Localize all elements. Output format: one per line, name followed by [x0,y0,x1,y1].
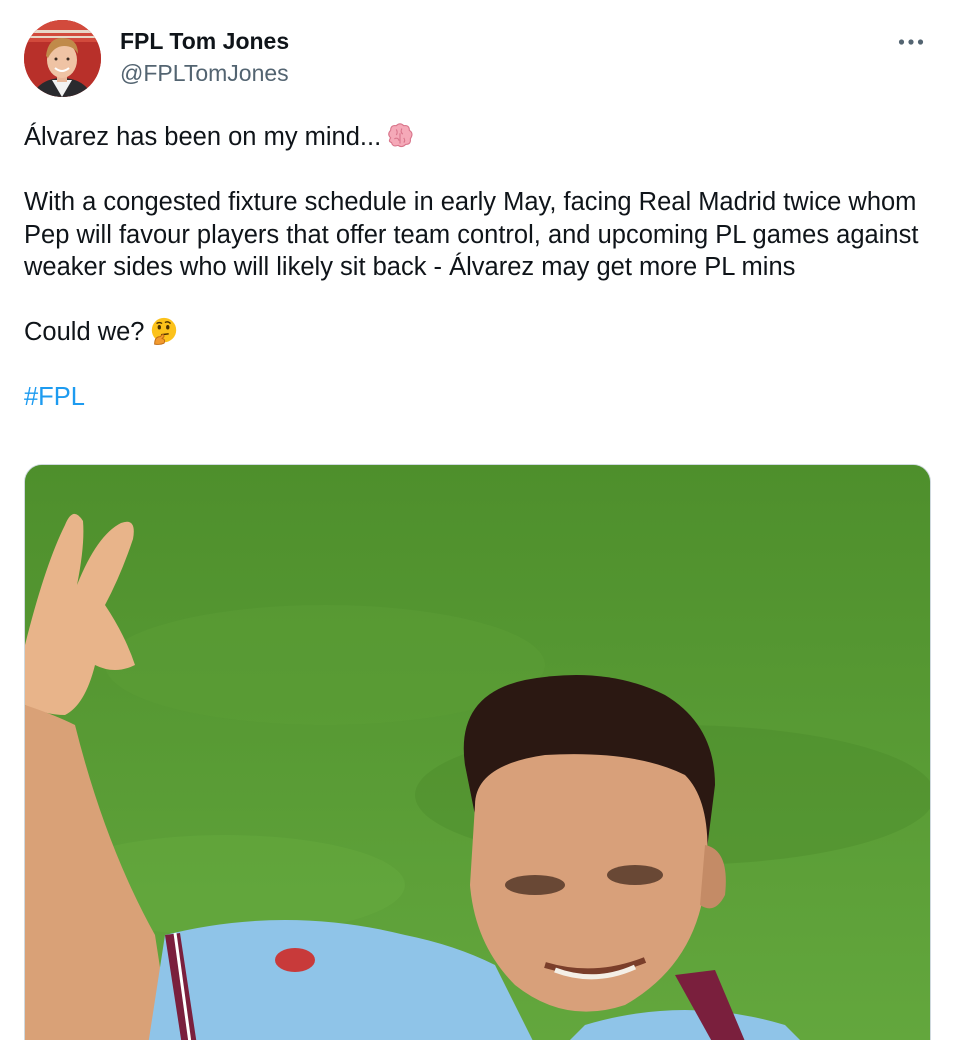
tweet-media-photo[interactable] [24,464,931,1040]
tweet-paragraph-2: With a congested fixture schedule in ear… [24,188,919,281]
footballer-waving-photo [25,465,930,1040]
author-display-name[interactable]: FPL Tom Jones [120,27,289,55]
thinking-face-emoji-icon [151,317,176,345]
author-handle[interactable]: @FPLTomJones [120,58,289,88]
tweet-hashtag-line: #FPL [24,381,934,414]
tweet-line-1-text: Álvarez has been on my mind... [24,123,382,151]
brain-emoji-icon [388,123,413,148]
author-avatar[interactable] [24,20,101,97]
tweet-line-3: Could we? [24,316,934,349]
avatar-image [24,20,101,97]
hashtag-link[interactable]: #FPL [24,383,85,411]
more-options-button[interactable] [894,28,928,56]
tweet-text: Álvarez has been on my mind... With a co… [24,121,934,414]
more-horizontal-icon [898,39,924,45]
tweet-line-1: Álvarez has been on my mind... [24,121,934,154]
tweet: FPL Tom Jones @FPLTomJones Álvarez has b… [0,0,956,1040]
tweet-line-3-text: Could we? [24,318,145,346]
author-info: FPL Tom Jones @FPLTomJones [120,27,289,88]
